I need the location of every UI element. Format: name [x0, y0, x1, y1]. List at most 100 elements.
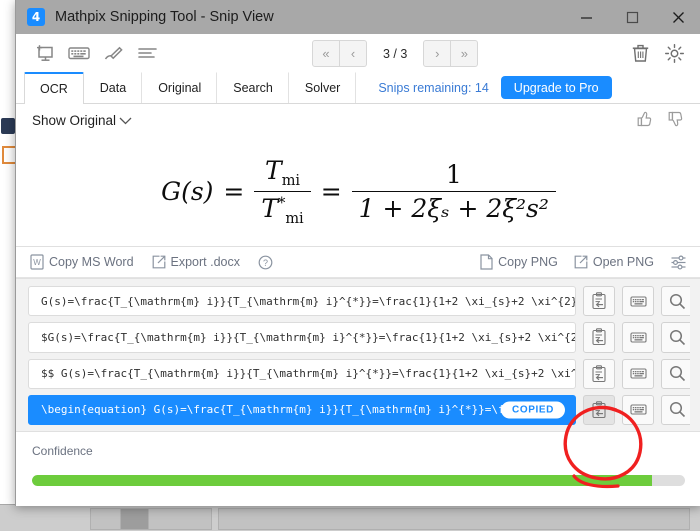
keyboard-button-1[interactable] — [622, 286, 654, 317]
latex-results-list: G(s)=\frac{T_{\mathrm{m} i}}{T_{\mathrm{… — [16, 278, 700, 431]
svg-text:?: ? — [263, 258, 268, 268]
open-png-button[interactable]: Open PNG — [574, 255, 654, 269]
next-page-button[interactable]: › — [423, 40, 452, 67]
first-page-button[interactable]: « — [312, 40, 340, 67]
search-button-1[interactable] — [661, 286, 693, 317]
output-settings-button[interactable] — [670, 254, 687, 271]
keyboard-icon — [629, 404, 647, 415]
thumbs-up-button[interactable] — [636, 110, 654, 131]
export-docx-label: Export .docx — [170, 255, 240, 269]
snips-remaining-label: Snips remaining: 14 — [378, 80, 489, 95]
upgrade-to-pro-button[interactable]: Upgrade to Pro — [500, 76, 612, 99]
thumbs-down-button[interactable] — [667, 110, 685, 131]
page-navigation: « ‹ 3 / 3 › » — [312, 40, 479, 67]
equation-equals-2: = — [320, 176, 342, 206]
keyboard-icon — [629, 332, 647, 343]
result-row-4[interactable]: \begin{equation} G(s)=\frac{T_{\mathrm{m… — [28, 394, 693, 425]
prev-page-button[interactable]: ‹ — [340, 40, 367, 67]
window-title: Mathpix Snipping Tool - Snip View — [55, 9, 274, 25]
maximize-icon — [626, 11, 638, 23]
keyboard-button-2[interactable] — [622, 322, 654, 353]
taskbar-item-active[interactable] — [120, 508, 150, 530]
chevron-down-icon — [119, 113, 132, 128]
show-original-label: Show Original — [32, 112, 117, 128]
equation-fraction-2: 1 1 + 2ξₛ + 2ξ²s² — [351, 160, 556, 223]
result-row-2[interactable]: $G(s)=\frac{T_{\mathrm{m} i}}{T_{\mathrm… — [28, 322, 693, 353]
last-page-button[interactable]: » — [451, 40, 479, 67]
settings-button[interactable] — [664, 43, 685, 64]
keyboard-toolbar-button[interactable] — [62, 38, 96, 68]
nav-prev-group: « ‹ — [312, 40, 367, 67]
copy-to-clipboard-icon — [592, 328, 606, 346]
latex-text-1[interactable]: G(s)=\frac{T_{\mathrm{m} i}}{T_{\mathrm{… — [28, 286, 576, 317]
rendered-equation: G(s) = Tmi T*mi = 1 1 + 2ξₛ + 2ξ²s² — [161, 156, 556, 227]
taskbar[interactable] — [0, 504, 700, 531]
maximize-button[interactable] — [609, 0, 655, 34]
search-icon — [669, 402, 685, 418]
export-action-bar: W Copy MS Word Export .docx ? Copy PNG O… — [16, 247, 700, 278]
main-window: 4 Mathpix Snipping Tool - Snip View « ‹ … — [15, 0, 700, 506]
copy-to-clipboard-icon — [592, 364, 606, 382]
tab-solver[interactable]: Solver — [288, 72, 357, 103]
frac1-den-sup: * — [278, 195, 286, 212]
delete-button[interactable] — [631, 43, 650, 63]
copy-to-clipboard-icon — [592, 292, 606, 310]
help-button[interactable]: ? — [258, 255, 273, 270]
result-row-1[interactable]: G(s)=\frac{T_{\mathrm{m} i}}{T_{\mathrm{… — [28, 286, 693, 317]
copy-png-label: Copy PNG — [498, 255, 558, 269]
show-original-row: Show Original — [16, 104, 700, 136]
tab-ocr[interactable]: OCR — [24, 72, 84, 104]
results-scrollbar[interactable] — [690, 285, 699, 425]
new-snip-button[interactable] — [28, 38, 62, 68]
copy-to-clipboard-button-3[interactable] — [583, 358, 615, 389]
equation-preview: G(s) = Tmi T*mi = 1 1 + 2ξₛ + 2ξ²s² — [16, 136, 700, 247]
frac1-num-sub: mi — [281, 172, 301, 189]
search-icon — [669, 366, 685, 382]
lines-button[interactable] — [130, 38, 164, 68]
close-button[interactable] — [655, 0, 700, 34]
tab-original[interactable]: Original — [142, 72, 218, 103]
background-bracket-icon — [2, 146, 16, 164]
close-icon — [672, 11, 684, 23]
minimize-button[interactable] — [563, 0, 609, 34]
lines-icon — [137, 48, 157, 58]
search-button-3[interactable] — [661, 358, 693, 389]
thumbs-up-icon — [637, 111, 652, 126]
open-external-icon — [574, 255, 588, 269]
tab-data[interactable]: Data — [83, 72, 143, 103]
copy-to-clipboard-button-2[interactable] — [583, 322, 615, 353]
search-button-4[interactable] — [661, 394, 693, 425]
copy-to-clipboard-button-4[interactable] — [583, 394, 615, 425]
minimize-icon — [580, 16, 592, 19]
latex-text-4[interactable]: \begin{equation} G(s)=\frac{T_{\mathrm{m… — [28, 394, 576, 425]
latex-text-3[interactable]: $$ G(s)=\frac{T_{\mathrm{m} i}}{T_{\math… — [28, 358, 576, 389]
export-docx-button[interactable]: Export .docx — [152, 255, 240, 269]
copy-to-clipboard-button-1[interactable] — [583, 286, 615, 317]
background-app-icon — [1, 118, 15, 134]
word-doc-icon: W — [30, 254, 44, 270]
keyboard-icon — [629, 296, 647, 307]
copy-ms-word-label: Copy MS Word — [49, 255, 134, 269]
latex-text-2[interactable]: $G(s)=\frac{T_{\mathrm{m} i}}{T_{\mathrm… — [28, 322, 576, 353]
confidence-label: Confidence — [32, 444, 93, 458]
taskbar-item[interactable] — [90, 508, 122, 530]
fraction-2-denominator: 1 + 2ξₛ + 2ξ²s² — [351, 190, 556, 223]
taskbar-item[interactable] — [148, 508, 212, 530]
tab-search[interactable]: Search — [217, 72, 289, 103]
show-original-toggle[interactable]: Show Original — [32, 113, 132, 128]
title-bar: 4 Mathpix Snipping Tool - Snip View — [16, 0, 700, 34]
sliders-icon — [671, 254, 686, 270]
taskbar-item[interactable] — [218, 508, 690, 530]
pen-button[interactable] — [96, 38, 130, 68]
frac1-den-base: T — [261, 193, 279, 223]
keyboard-button-3[interactable] — [622, 358, 654, 389]
equation-equals-1: = — [223, 176, 245, 206]
copy-ms-word-button[interactable]: W Copy MS Word — [30, 254, 134, 270]
search-button-2[interactable] — [661, 322, 693, 353]
search-icon — [669, 293, 685, 309]
png-actions: Copy PNG Open PNG — [480, 254, 687, 271]
keyboard-button-4[interactable] — [622, 394, 654, 425]
result-row-3[interactable]: $$ G(s)=\frac{T_{\mathrm{m} i}}{T_{\math… — [28, 358, 693, 389]
window-controls — [563, 0, 700, 34]
copy-png-button[interactable]: Copy PNG — [480, 254, 558, 270]
